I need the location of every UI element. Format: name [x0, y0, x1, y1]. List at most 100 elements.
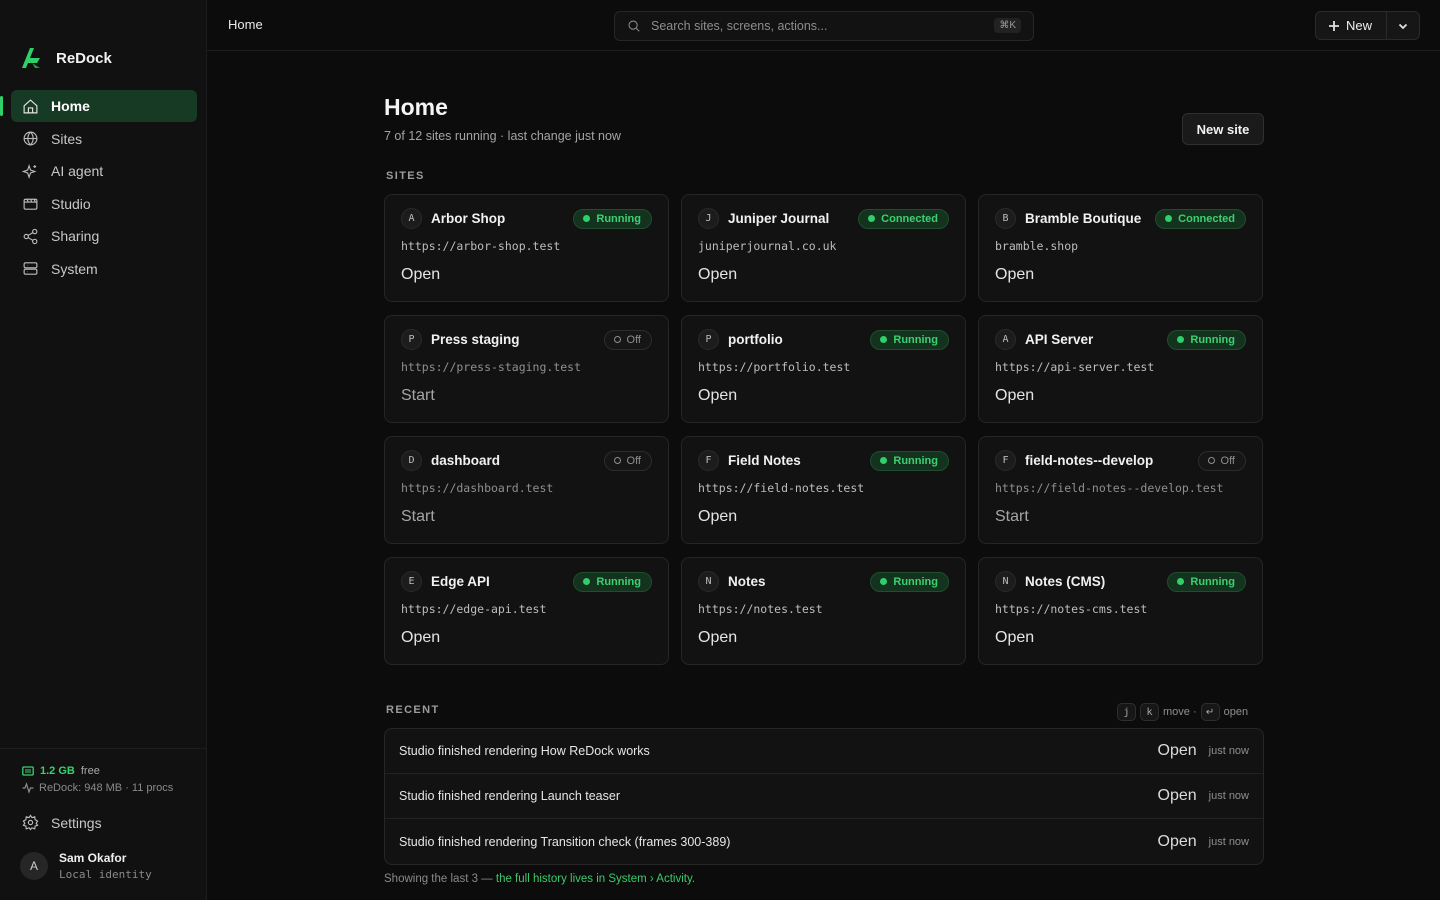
status-label: Running	[893, 575, 938, 588]
topbar: Home ⌘K New	[207, 0, 1440, 51]
sidebar-item-ai-agent[interactable]: AI agent	[11, 155, 197, 187]
status-dot-icon	[880, 578, 888, 585]
status-label: Off	[1220, 454, 1235, 467]
new-site-button[interactable]: New site	[1182, 113, 1264, 145]
site-initial: D	[401, 450, 422, 471]
list-item[interactable]: Studio finished rendering Launch teaser O…	[385, 774, 1263, 819]
new-button[interactable]: New	[1316, 12, 1388, 39]
sidebar-item-sites[interactable]: Sites	[11, 123, 197, 155]
gear-icon	[22, 814, 39, 831]
search-box[interactable]: ⌘K	[614, 11, 1034, 41]
status-dot-icon	[1207, 457, 1215, 464]
site-card[interactable]: B Bramble Boutique Connected bramble.shop Op…	[978, 194, 1263, 302]
avatar: A	[20, 852, 48, 880]
site-card-header: N Notes Running	[698, 571, 949, 592]
site-initial: J	[698, 208, 719, 229]
status-dot-icon	[1165, 215, 1173, 222]
site-url[interactable]: https://press-staging.test	[401, 360, 581, 374]
sidebar-nav: Home Sites AI agent Studio Sharing Syste…	[0, 90, 197, 285]
site-action-button[interactable]: Open	[401, 266, 440, 284]
recent-text: Studio finished rendering Launch teaser	[399, 789, 620, 803]
site-card[interactable]: N Notes (CMS) Running https://notes-cms.tes…	[978, 557, 1263, 665]
sidebar-item-home[interactable]: Home	[0, 90, 197, 122]
site-url[interactable]: https://field-notes.test	[698, 481, 864, 495]
recent-time: just now	[1208, 835, 1249, 848]
site-initial: P	[401, 329, 422, 350]
brand-name: ReDock	[56, 49, 112, 67]
globe-icon	[23, 131, 38, 146]
status-label: Off	[626, 333, 641, 346]
status-label: Running	[596, 575, 641, 588]
site-card-header: F Field Notes Running	[698, 450, 949, 471]
search-icon	[628, 20, 640, 32]
site-initial: E	[401, 571, 422, 592]
site-url[interactable]: https://field-notes--develop.test	[995, 481, 1223, 495]
status-badge: Off	[603, 329, 652, 350]
recent-open-button[interactable]: Open	[1158, 833, 1197, 851]
brand[interactable]: ReDock	[18, 44, 112, 72]
site-initial: B	[995, 208, 1016, 229]
site-card[interactable]: J Juniper Journal Connected juniperjournal.…	[681, 194, 966, 302]
site-card[interactable]: Pportfolio Running https://portfolio.test O…	[681, 315, 966, 423]
settings-link[interactable]: Settings	[22, 814, 102, 831]
site-action-button[interactable]: Open	[995, 387, 1034, 405]
site-url[interactable]: https://notes.test	[698, 602, 823, 616]
plus-icon	[1329, 20, 1339, 31]
site-action-button[interactable]: Start	[401, 387, 435, 405]
site-name: Bramble Boutique	[1025, 211, 1142, 226]
site-action-button[interactable]: Open	[995, 266, 1034, 284]
sidebar-item-label: Home	[51, 98, 90, 114]
site-url[interactable]: https://edge-api.test	[401, 602, 546, 616]
site-card[interactable]: Ffield-notes--develop Off https://field-no…	[978, 436, 1263, 544]
status-label: Running	[893, 333, 938, 346]
site-action-button[interactable]: Open	[995, 629, 1034, 647]
search-input[interactable]	[651, 19, 981, 33]
activity-link[interactable]: the full history lives in System › Activ…	[496, 873, 695, 885]
site-action-button[interactable]: Start	[401, 508, 435, 526]
status-badge: Running	[870, 329, 949, 350]
breadcrumb[interactable]: Home	[228, 17, 263, 32]
site-url[interactable]: https://notes-cms.test	[995, 602, 1147, 616]
sparkles-icon	[22, 163, 37, 179]
site-card[interactable]: Ddashboard Off https://dashboard.test Start	[384, 436, 669, 544]
site-card[interactable]: A API Server Running https://api-server.tes…	[978, 315, 1263, 423]
status-dot-icon	[868, 215, 876, 222]
site-card[interactable]: P Press staging Off https://press-staging.t…	[384, 315, 669, 423]
site-card[interactable]: A Arbor Shop Running https://arbor-shop.tes…	[384, 194, 669, 302]
sidebar-item-label: System	[51, 260, 98, 277]
site-url[interactable]: https://dashboard.test	[401, 481, 553, 495]
site-url[interactable]: https://arbor-shop.test	[401, 239, 560, 253]
recent-open-button[interactable]: Open	[1158, 787, 1197, 805]
sites-grid: A Arbor Shop Running https://arbor-shop.tes…	[384, 194, 1264, 665]
home-icon	[23, 98, 38, 113]
list-item[interactable]: Studio finished rendering Transition che…	[385, 819, 1263, 864]
site-action-button[interactable]: Open	[698, 387, 737, 405]
site-action-button[interactable]: Start	[995, 508, 1029, 526]
sidebar: ReDock Home Sites AI agent Studio Sharin…	[0, 0, 207, 900]
site-action-button[interactable]: Open	[698, 508, 737, 526]
site-card[interactable]: F Field Notes Running https://field-notes.t…	[681, 436, 966, 544]
sidebar-item-system[interactable]: System	[11, 253, 197, 285]
site-url[interactable]: juniperjournal.co.uk	[698, 239, 836, 253]
site-card-header: N Notes (CMS) Running	[995, 571, 1246, 592]
site-action-button[interactable]: Open	[401, 629, 440, 647]
site-url[interactable]: https://api-server.test	[995, 360, 1154, 374]
new-dropdown-button[interactable]	[1387, 12, 1419, 39]
site-card[interactable]: N Notes Running https://notes.test Open	[681, 557, 966, 665]
sidebar-divider	[0, 748, 207, 749]
site-action-button[interactable]: Open	[698, 266, 737, 284]
list-item[interactable]: Studio finished rendering How ReDock wor…	[385, 729, 1263, 774]
user-profile[interactable]: A Sam Okafor Local identity	[20, 851, 152, 881]
site-name: Arbor Shop	[431, 211, 506, 226]
recent-open-button[interactable]: Open	[1158, 742, 1197, 760]
sidebar-item-studio[interactable]: Studio	[11, 188, 197, 220]
site-name: Juniper Journal	[728, 211, 830, 226]
site-card-header: J Juniper Journal Connected	[698, 208, 949, 229]
site-url[interactable]: https://portfolio.test	[698, 360, 850, 374]
key-j: j	[1117, 703, 1136, 721]
chevron-down-icon	[1398, 23, 1408, 29]
sidebar-item-sharing[interactable]: Sharing	[11, 220, 197, 252]
site-action-button[interactable]: Open	[698, 629, 737, 647]
site-card[interactable]: E Edge API Running https://edge-api.test Ope…	[384, 557, 669, 665]
site-url[interactable]: bramble.shop	[995, 239, 1078, 253]
